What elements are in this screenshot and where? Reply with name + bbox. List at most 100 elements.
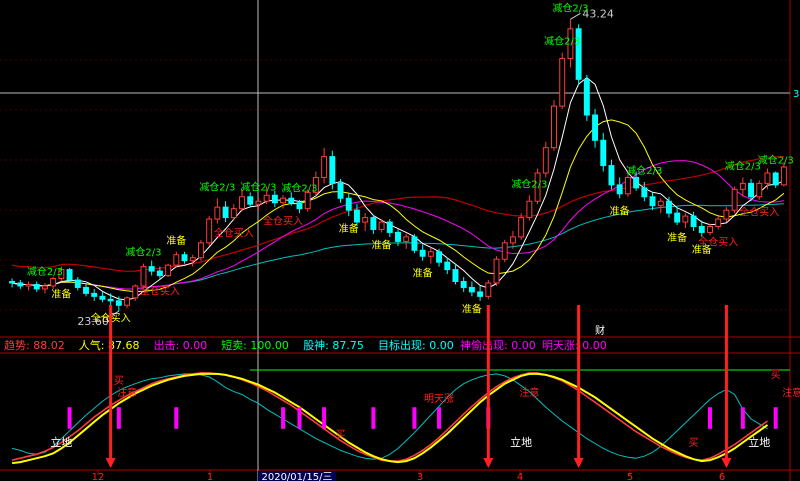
indicator-bar <box>67 407 72 429</box>
annotation-zhuyi: 注意 <box>519 386 539 399</box>
signal-label: 全仓买入 <box>739 206 779 219</box>
candle-body <box>624 176 631 195</box>
indicator-bar <box>297 407 302 429</box>
signal-label: 准备 <box>413 267 433 280</box>
candle-body <box>263 194 270 202</box>
candle-body <box>772 172 779 186</box>
annotation-mai: 买 <box>689 437 699 449</box>
signal-label: 全仓买入 <box>214 227 254 240</box>
candle-body <box>124 297 131 306</box>
candle-body <box>682 215 689 223</box>
candle-body <box>165 264 172 277</box>
candle-body <box>748 182 755 198</box>
indicator-bar <box>740 407 745 429</box>
date-label: 2020/01/15/三 <box>261 472 332 481</box>
candle-body <box>304 191 311 210</box>
signal-label: 减仓2/3 <box>240 180 276 193</box>
candle-body <box>698 225 705 233</box>
candle-body <box>542 147 549 174</box>
annotation-lidi: 立地 <box>510 435 532 449</box>
candle-body <box>526 200 533 219</box>
candle-body <box>756 182 763 198</box>
crosshair-value: 32 <box>793 89 800 100</box>
candle-body <box>337 182 344 199</box>
candle[interactable] <box>624 174 631 197</box>
candle-body <box>378 221 385 230</box>
candle-body <box>657 200 664 207</box>
signal-label: 准备 <box>166 234 186 247</box>
candle[interactable] <box>140 263 147 289</box>
indicator-header-item: 出击: 0.00 <box>154 338 208 352</box>
candle[interactable] <box>583 74 590 121</box>
signal-label: 全仓买入 <box>698 235 738 248</box>
signal-label: 减仓2/3 <box>281 182 317 195</box>
candle-body <box>764 172 771 184</box>
candle-body <box>41 285 48 290</box>
candle-body <box>107 298 114 302</box>
signal-label: 减仓2/3 <box>552 1 588 14</box>
indicator-header-item: 明天涨: 0.00 <box>542 339 607 352</box>
candle[interactable] <box>575 24 582 86</box>
candle-body <box>9 280 16 284</box>
candle[interactable] <box>493 256 500 286</box>
candle-body <box>271 194 278 204</box>
candle-body <box>411 236 418 251</box>
candle[interactable] <box>485 280 492 300</box>
candle[interactable] <box>165 263 172 278</box>
annotation-mai: 买 <box>336 429 346 441</box>
candle-body <box>222 206 229 219</box>
signal-label: 减仓2/3 <box>27 265 63 278</box>
signal-label: 全仓买入 <box>263 215 303 228</box>
candle[interactable] <box>731 186 738 214</box>
annotation-lidi: 立地 <box>748 435 770 449</box>
candle-body <box>33 283 40 290</box>
candle-body <box>214 206 221 220</box>
signal-label: 减仓2/3 <box>544 35 580 48</box>
candle-body <box>83 286 89 294</box>
candle[interactable] <box>551 100 557 151</box>
candle[interactable] <box>756 180 763 200</box>
kline-chart[interactable]: 43.2423.6032减仓2/3准备全仓买入减仓2/3准备全仓买入减仓2/3全… <box>0 0 800 481</box>
annotation-cai: 财 <box>595 324 605 337</box>
candle[interactable] <box>559 52 566 110</box>
x-tick-label: 1 <box>207 472 213 481</box>
candle-body <box>173 254 180 266</box>
candle-body <box>460 280 467 288</box>
candle[interactable] <box>197 239 204 261</box>
candle-body <box>616 184 623 195</box>
candle-body <box>641 187 648 198</box>
candle-body <box>715 218 722 227</box>
candle-body <box>148 266 155 272</box>
candle-body <box>780 166 787 186</box>
candle-body <box>485 282 492 297</box>
indicator-bar <box>116 407 121 429</box>
candle-body <box>501 242 508 260</box>
indicator-bar <box>371 407 376 429</box>
indicator-bar <box>412 407 417 429</box>
candle[interactable] <box>206 216 213 246</box>
candle[interactable] <box>518 213 525 240</box>
indicator-header-item: 神偷出现: 0.00 <box>460 338 536 352</box>
candle-body <box>288 197 295 204</box>
signal-label: 准备 <box>667 231 687 244</box>
candle-body <box>452 269 459 282</box>
indicator-header-item: 目标出现: 0.00 <box>378 338 454 352</box>
candle-body <box>477 291 484 297</box>
candle[interactable] <box>501 239 508 263</box>
candle-body <box>427 251 434 257</box>
candle[interactable] <box>66 268 73 282</box>
candle[interactable] <box>411 233 418 254</box>
candle-body <box>739 182 746 190</box>
candle-body <box>444 261 451 271</box>
candle[interactable] <box>329 150 336 190</box>
candle-body <box>600 139 607 167</box>
candle-body <box>280 197 287 204</box>
candle-body <box>66 269 73 281</box>
candle-body <box>509 236 516 244</box>
candle-body <box>559 58 566 107</box>
annotation-mingtianzhang: 明天涨 <box>424 393 454 405</box>
candle-body <box>436 251 443 263</box>
signal-label: 全仓买入 <box>140 285 180 298</box>
candle-body <box>583 78 590 116</box>
candle-body <box>25 283 32 287</box>
